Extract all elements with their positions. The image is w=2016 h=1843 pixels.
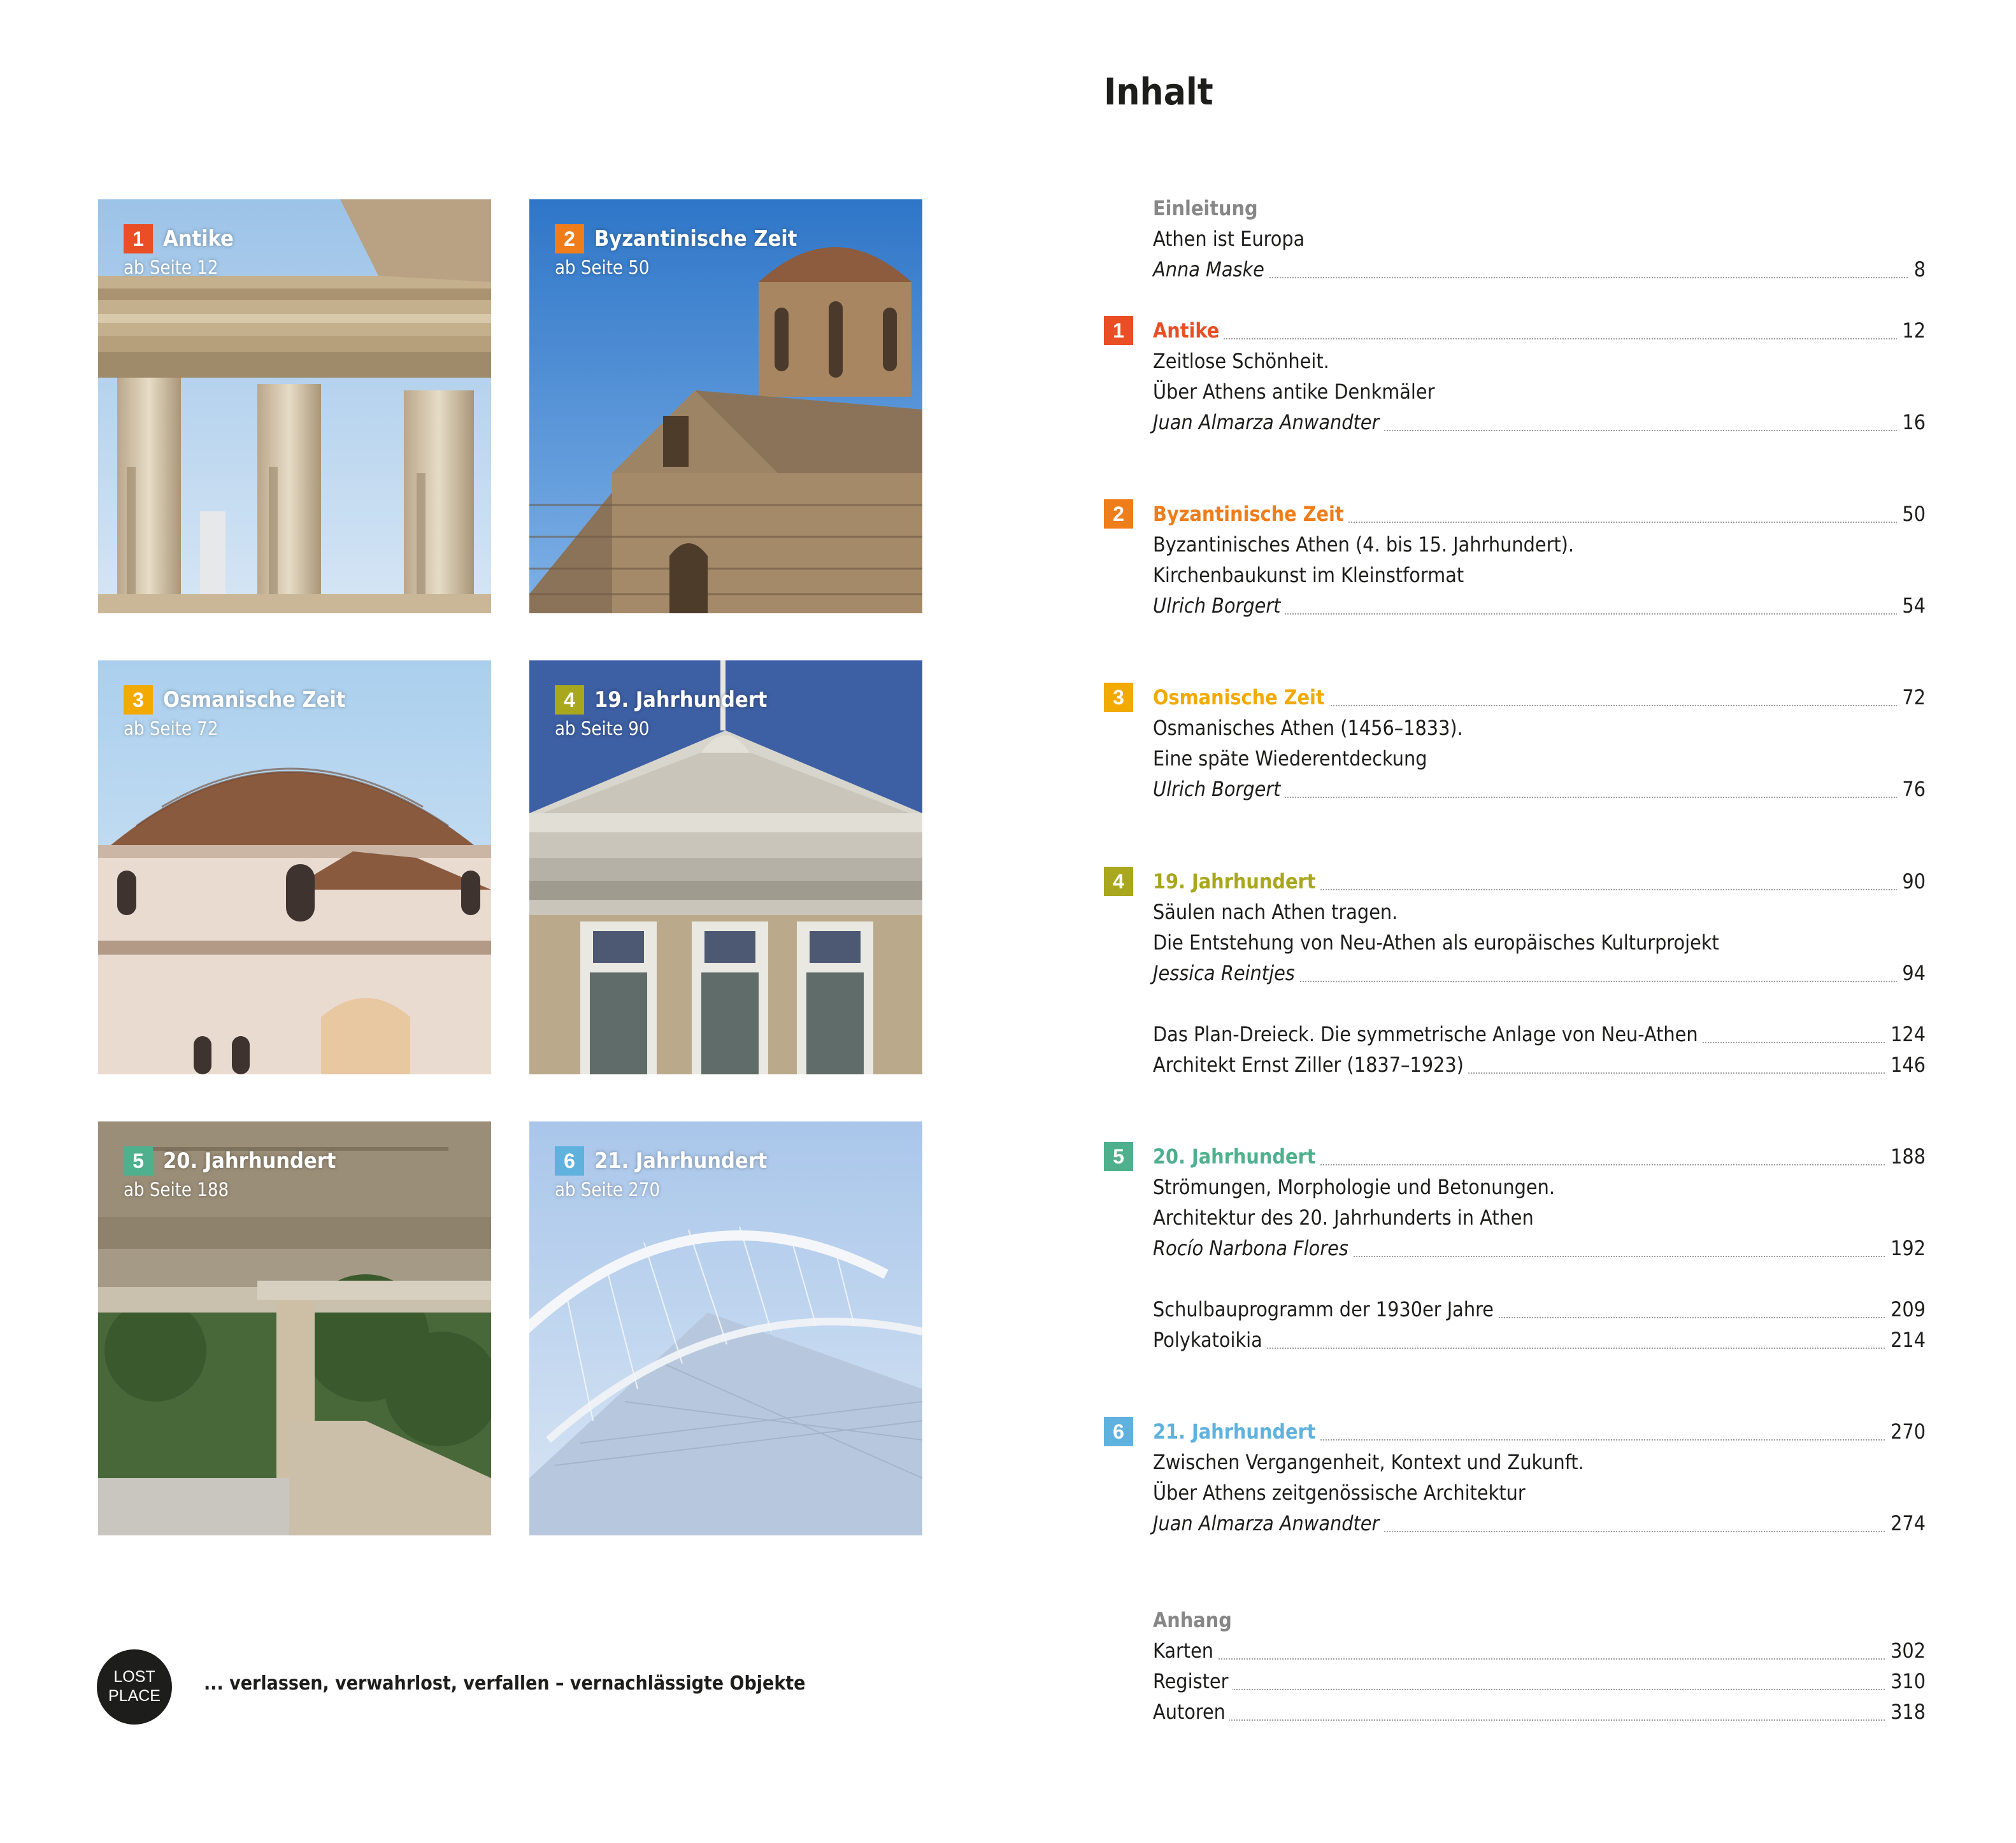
toc-intro-heading: Einleitung	[1104, 193, 1926, 224]
section-number-badge: 3	[1104, 683, 1133, 712]
tile-number-badge: 6	[555, 1146, 584, 1176]
tile-antike[interactable]: 1 Antike ab Seite 12	[98, 199, 491, 613]
tile-title: 20. Jahrhundert	[163, 1148, 336, 1174]
tile-21-jahrhundert[interactable]: 6 21. Jahrhundert ab Seite 270	[529, 1121, 922, 1535]
toc-entry-line[interactable]: Kirchenbaukunst im Kleinstformat	[1104, 560, 1926, 590]
toc-entry-extra[interactable]: Schulbauprogramm der 1930er Jahre 209	[1104, 1294, 1926, 1325]
section-number-badge: 2	[1104, 499, 1133, 529]
toc-entry-author[interactable]: Rocío Narbona Flores 192	[1104, 1233, 1926, 1263]
tile-title: 21. Jahrhundert	[594, 1148, 768, 1174]
toc-section-5[interactable]: 5 20. Jahrhundert 188	[1104, 1141, 1926, 1172]
tile-page-ref: ab Seite 90	[555, 718, 650, 739]
tile-title: Byzantinische Zeit	[594, 226, 797, 252]
tile-title: Osmanische Zeit	[163, 687, 346, 713]
tile-page-ref: ab Seite 188	[124, 1179, 229, 1200]
section-number-badge: 6	[1104, 1417, 1133, 1446]
section-number-badge: 4	[1104, 867, 1133, 896]
toc-entry-line[interactable]: Über Athens zeitgenössische Architektur	[1104, 1477, 1926, 1508]
toc-appendix-item[interactable]: Karten 302	[1104, 1635, 1926, 1666]
toc-entry-author[interactable]: Ulrich Borgert 54	[1104, 590, 1926, 621]
tile-page-ref: ab Seite 72	[124, 718, 218, 739]
section-number-badge: 1	[1104, 316, 1133, 345]
lost-place-badge: LOST PLACE	[97, 1649, 172, 1725]
tile-title: 19. Jahrhundert	[594, 687, 768, 713]
tile-page-ref: ab Seite 12	[124, 257, 218, 278]
toc-appendix-item[interactable]: Register 310	[1104, 1666, 1926, 1697]
toc-entry-extra[interactable]: Das Plan-Dreieck. Die symmetrische Anlag…	[1104, 1019, 1926, 1050]
tile-number-badge: 1	[124, 224, 153, 253]
lost-place-badge-line2: PLACE	[108, 1687, 161, 1705]
lost-place-badge-line1: LOST	[113, 1668, 155, 1686]
toc-intro-author[interactable]: Anna Maske 8	[1104, 254, 1926, 285]
toc-entry-line[interactable]: Säulen nach Athen tragen.	[1104, 897, 1926, 927]
toc-entry-line[interactable]: Eine späte Wiederentdeckung	[1104, 743, 1926, 774]
toc-entry-extra[interactable]: Polykatoikia 214	[1104, 1325, 1926, 1355]
toc-entry-line[interactable]: Über Athens antike Denkmäler	[1104, 376, 1926, 407]
tile-19-jahrhundert[interactable]: 4 19. Jahrhundert ab Seite 90	[529, 660, 922, 1074]
toc-entry-line[interactable]: Architektur des 20. Jahrhunderts in Athe…	[1104, 1202, 1926, 1233]
section-number-badge: 5	[1104, 1142, 1133, 1171]
toc-entry-line[interactable]: Zeitlose Schönheit.	[1104, 346, 1926, 376]
tile-number-badge: 5	[124, 1146, 153, 1176]
toc-entry-author[interactable]: Jessica Reintjes 94	[1104, 958, 1926, 988]
toc-entry-line[interactable]: Strömungen, Morphologie und Betonungen.	[1104, 1172, 1926, 1202]
tile-osmanische-zeit[interactable]: 3 Osmanische Zeit ab Seite 72	[98, 660, 491, 1074]
toc-section-4[interactable]: 4 19. Jahrhundert 90	[1104, 866, 1926, 897]
tile-page-ref: ab Seite 270	[555, 1179, 661, 1200]
toc-entry-extra[interactable]: Architekt Ernst Ziller (1837–1923) 146	[1104, 1050, 1926, 1080]
toc-intro-title[interactable]: Athen ist Europa	[1104, 224, 1926, 254]
toc-section-2[interactable]: 2 Byzantinische Zeit 50	[1104, 499, 1926, 529]
tile-number-badge: 4	[555, 685, 584, 715]
tile-page-ref: ab Seite 50	[555, 257, 650, 278]
toc-appendix-item[interactable]: Autoren 318	[1104, 1697, 1926, 1727]
tile-number-badge: 2	[555, 224, 584, 253]
toc-entry-line[interactable]: Die Entstehung von Neu-Athen als europäi…	[1104, 927, 1926, 958]
toc-entry-line[interactable]: Zwischen Vergangenheit, Kontext und Zuku…	[1104, 1447, 1926, 1477]
toc-section-6[interactable]: 6 21. Jahrhundert 270	[1104, 1416, 1926, 1447]
toc-section-3[interactable]: 3 Osmanische Zeit 72	[1104, 682, 1926, 713]
tile-byzantinische-zeit[interactable]: 2 Byzantinische Zeit ab Seite 50	[529, 199, 922, 613]
toc-entry-line[interactable]: Osmanisches Athen (1456–1833).	[1104, 713, 1926, 743]
toc-entry-line[interactable]: Byzantinisches Athen (4. bis 15. Jahrhun…	[1104, 529, 1926, 560]
table-of-contents: Einleitung Athen ist Europa Anna Maske 8…	[1104, 0, 1926, 1843]
tile-number-badge: 3	[124, 685, 153, 715]
lost-place-description: ... verlassen, verwahrlost, verfallen – …	[204, 1672, 806, 1695]
tile-20-jahrhundert[interactable]: 5 20. Jahrhundert ab Seite 188	[98, 1121, 491, 1535]
toc-entry-author[interactable]: Ulrich Borgert 76	[1104, 774, 1926, 804]
toc-entry-author[interactable]: Juan Almarza Anwandter 274	[1104, 1508, 1926, 1539]
toc-entry-author[interactable]: Juan Almarza Anwandter 16	[1104, 407, 1926, 438]
toc-section-1[interactable]: 1 Antike 12	[1104, 315, 1926, 346]
tile-title: Antike	[163, 226, 234, 252]
toc-appendix-heading: Anhang	[1104, 1605, 1926, 1635]
